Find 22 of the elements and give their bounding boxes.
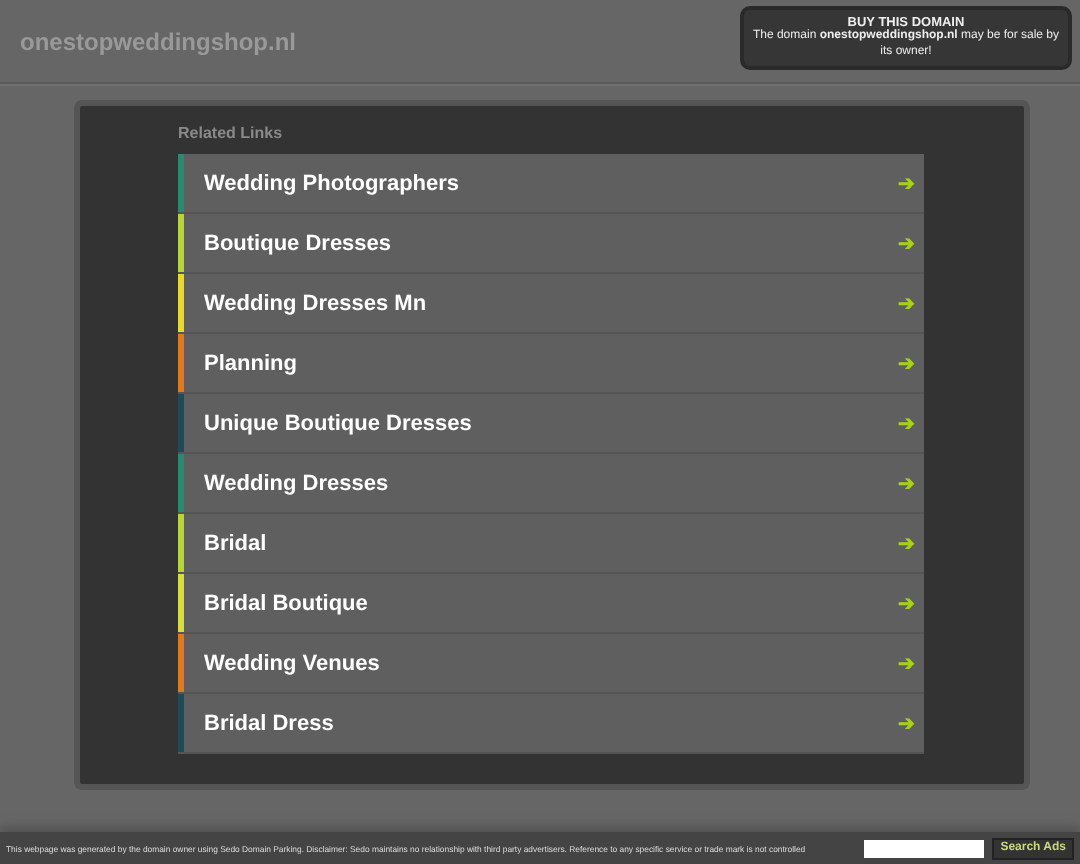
- arrow-icon: ➔: [898, 411, 914, 435]
- search-field[interactable]: [864, 839, 985, 857]
- related-link[interactable]: Bridal Boutique ➔: [178, 574, 924, 634]
- related-link[interactable]: Boutique Dresses ➔: [178, 214, 924, 274]
- related-link[interactable]: Wedding Dresses Mn ➔: [178, 274, 924, 334]
- related-link[interactable]: Wedding Dresses ➔: [178, 454, 924, 514]
- section-heading: Related Links: [178, 124, 285, 142]
- arrow-icon: ➔: [898, 471, 914, 495]
- arrow-icon: ➔: [898, 651, 914, 675]
- related-link[interactable]: Bridal ➔: [178, 514, 924, 574]
- arrow-icon: ➔: [898, 531, 914, 555]
- arrow-icon: ➔: [898, 291, 914, 315]
- arrow-icon: ➔: [898, 231, 914, 255]
- arrow-icon: ➔: [898, 711, 914, 735]
- arrow-icon: ➔: [898, 591, 914, 615]
- arrow-icon: ➔: [898, 171, 914, 195]
- related-link[interactable]: Planning ➔: [178, 334, 924, 394]
- related-link[interactable]: Bridal Dress ➔: [178, 694, 924, 754]
- related-link[interactable]: Wedding Venues ➔: [178, 634, 924, 694]
- arrow-icon: ➔: [898, 351, 914, 375]
- related-link[interactable]: Wedding Photographers ➔: [178, 154, 924, 214]
- related-link[interactable]: Unique Boutique Dresses ➔: [178, 394, 924, 454]
